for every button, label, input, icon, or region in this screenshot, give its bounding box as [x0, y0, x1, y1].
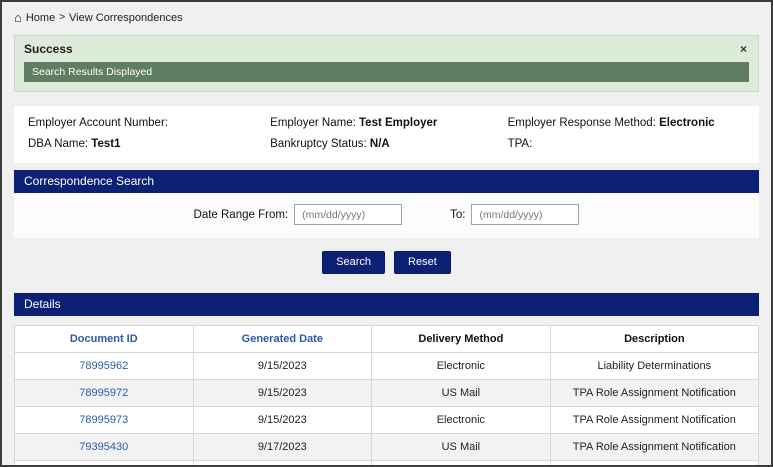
reset-button[interactable]: Reset — [394, 251, 451, 274]
date-to-input[interactable] — [471, 204, 579, 225]
table-header-row: Document ID Generated Date Delivery Meth… — [15, 326, 759, 353]
description-cell: Liability Determinations — [550, 353, 758, 380]
delivery-method-cell: Electronic — [372, 353, 551, 380]
breadcrumb-home-link[interactable]: Home — [26, 12, 55, 24]
column-header-delivery-method: Delivery Method — [372, 326, 551, 353]
home-icon: ⌂ — [14, 11, 22, 24]
table-row: 78995972 9/15/2023 US Mail TPA Role Assi… — [15, 380, 759, 407]
employer-account-number-field: Employer Account Number: — [28, 117, 270, 129]
date-range-to-label: To: — [450, 209, 465, 221]
table-row: 79395430 9/17/2023 US Mail TPA Role Assi… — [15, 434, 759, 461]
employer-name-label: Employer Name: — [270, 117, 356, 129]
bankruptcy-status-value: N/A — [370, 138, 390, 150]
success-alert: Success × Search Results Displayed — [14, 35, 759, 92]
bankruptcy-status-field: Bankruptcy Status: N/A — [270, 138, 507, 150]
delivery-method-cell: US Mail — [372, 434, 551, 461]
tpa-field: TPA: — [508, 138, 745, 150]
bankruptcy-status-label: Bankruptcy Status: — [270, 138, 367, 150]
dba-name-field: DBA Name: Test1 — [28, 138, 270, 150]
details-header: Details — [14, 293, 759, 316]
column-header-description: Description — [550, 326, 758, 353]
generated-date-cell: 9/17/2023 — [193, 461, 372, 467]
delivery-method-cell: Electronic — [372, 461, 551, 467]
column-header-generated-date[interactable]: Generated Date — [193, 326, 372, 353]
generated-date-cell: 9/15/2023 — [193, 407, 372, 434]
search-button-row: Search Reset — [2, 251, 771, 274]
correspondence-table-wrap: Document ID Generated Date Delivery Meth… — [14, 325, 759, 467]
column-header-document-id[interactable]: Document ID — [15, 326, 194, 353]
table-row: 79395431 9/17/2023 Electronic TPA Role A… — [15, 461, 759, 467]
document-id-link[interactable]: 78995973 — [79, 414, 128, 426]
dba-name-label: DBA Name: — [28, 138, 88, 150]
description-cell: TPA Role Assignment Notification — [550, 407, 758, 434]
document-id-link[interactable]: 78995962 — [79, 360, 128, 372]
document-id-link[interactable]: 78995972 — [79, 387, 128, 399]
correspondence-table: Document ID Generated Date Delivery Meth… — [14, 325, 759, 467]
delivery-method-cell: US Mail — [372, 380, 551, 407]
employer-name-value: Test Employer — [359, 117, 437, 129]
generated-date-cell: 9/15/2023 — [193, 380, 372, 407]
table-row: 78995962 9/15/2023 Electronic Liability … — [15, 353, 759, 380]
search-button[interactable]: Search — [322, 251, 385, 274]
generated-date-cell: 9/15/2023 — [193, 353, 372, 380]
employer-response-method-label: Employer Response Method: — [508, 117, 656, 129]
alert-title: Success — [24, 42, 73, 56]
tpa-label: TPA: — [508, 138, 533, 150]
table-row: 78995973 9/15/2023 Electronic TPA Role A… — [15, 407, 759, 434]
date-range-from-label: Date Range From: — [194, 209, 289, 221]
correspondence-search-header: Correspondence Search — [14, 170, 759, 193]
view-correspondences-page: ⌂ Home > View Correspondences Success × … — [0, 0, 773, 467]
employer-account-number-label: Employer Account Number: — [28, 117, 168, 129]
employer-response-method-field: Employer Response Method: Electronic — [508, 117, 745, 129]
breadcrumb-separator-icon: > — [59, 12, 65, 23]
description-cell: TPA Role Assignment Notification — [550, 434, 758, 461]
description-cell: TPA Role Assignment Notification — [550, 461, 758, 467]
close-icon[interactable]: × — [738, 43, 749, 55]
employer-response-method-value: Electronic — [659, 117, 715, 129]
success-alert-header: Success × — [24, 42, 749, 56]
description-cell: TPA Role Assignment Notification — [550, 380, 758, 407]
generated-date-cell: 9/17/2023 — [193, 434, 372, 461]
delivery-method-cell: Electronic — [372, 407, 551, 434]
alert-message: Search Results Displayed — [24, 62, 749, 82]
breadcrumb-current: View Correspondences — [69, 12, 183, 24]
date-from-input[interactable] — [294, 204, 402, 225]
search-form: Date Range From: To: — [14, 193, 759, 238]
employer-name-field: Employer Name: Test Employer — [270, 117, 507, 129]
dba-name-value: Test1 — [91, 138, 120, 150]
breadcrumb: ⌂ Home > View Correspondences — [2, 2, 771, 29]
document-id-link[interactable]: 79395430 — [79, 441, 128, 453]
employer-info-panel: Employer Account Number: Employer Name: … — [14, 106, 759, 163]
